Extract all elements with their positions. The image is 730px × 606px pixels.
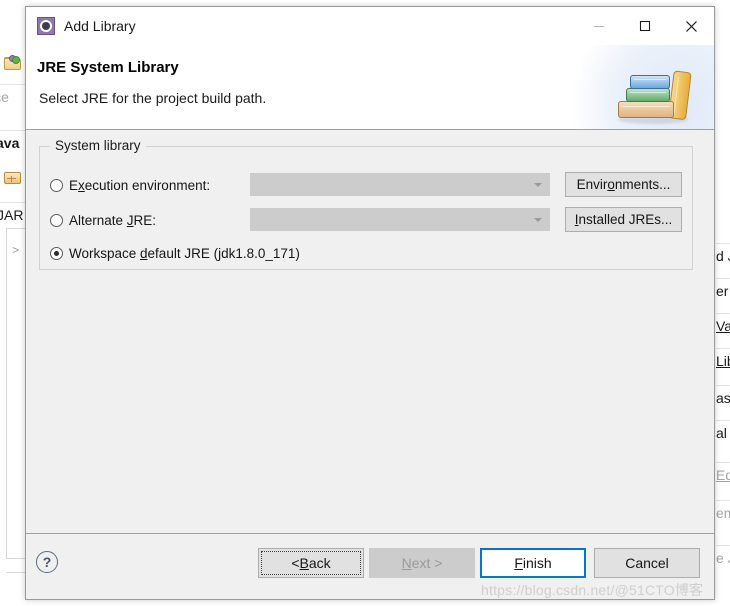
wizard-header: JRE System Library Select JRE for the pr… (26, 45, 714, 130)
background-menu-item-service: vice (0, 84, 25, 109)
maximize-button[interactable] (622, 7, 668, 45)
chevron-down-icon (534, 182, 542, 187)
close-button[interactable] (668, 7, 714, 45)
background-menu-item-variable[interactable]: Va (716, 313, 730, 338)
add-library-dialog: Add Library JRE System Library Select JR… (25, 6, 715, 600)
dialog-title-bar[interactable]: Add Library (26, 7, 714, 45)
background-menu-item-remove: em (716, 500, 730, 525)
help-button[interactable]: ? (36, 551, 58, 573)
background-menu-item-migrate: e J (716, 545, 730, 570)
label-execution-environment: Execution environment: (69, 177, 211, 193)
dialog-content: System library Execution environment: En… (26, 130, 714, 533)
radio-workspace-default-jre[interactable] (50, 246, 63, 260)
label-alternate-jre: Alternate JRE: (69, 212, 157, 228)
cancel-button[interactable]: Cancel (594, 548, 700, 578)
background-menu-item-jar: JAR (0, 202, 25, 227)
background-menu-item-java: ava (0, 130, 25, 155)
background-panel-footer-border (6, 572, 25, 573)
background-panel-left-border (6, 228, 7, 558)
combo-alternate-jre[interactable] (250, 208, 550, 231)
installed-jres-button[interactable]: Installed JREs... (565, 207, 682, 232)
background-menu-item-library[interactable]: Lib (716, 348, 730, 373)
dialog-title: Add Library (64, 18, 136, 34)
option-row-execution-environment[interactable]: Execution environment: (50, 173, 210, 197)
book-stack-icon (616, 63, 696, 125)
page-title: JRE System Library (37, 59, 179, 76)
back-button[interactable]: < Back (258, 548, 364, 578)
group-legend: System library (50, 138, 146, 153)
background-left-column: vice ava JAR > (0, 0, 25, 606)
package-folder-icon (4, 55, 21, 70)
background-menu-item-external[interactable]: al ( (716, 420, 730, 445)
background-menu-item-add-jar[interactable]: d J (716, 243, 730, 268)
minimize-button[interactable] (576, 7, 622, 45)
window-controls (576, 7, 714, 45)
system-library-group: System library Execution environment: En… (39, 138, 693, 270)
tree-expand-chevron-icon[interactable]: > (12, 243, 19, 257)
background-right-column: d J er Va Lib ass al ( Edi em e J (716, 0, 730, 606)
radio-execution-environment[interactable] (50, 178, 63, 192)
jar-folder-icon (4, 170, 21, 184)
background-panel-top-border (6, 228, 25, 229)
background-menu-item-other[interactable]: er (716, 278, 730, 303)
radio-alternate-jre[interactable] (50, 213, 63, 227)
dialog-button-bar: ? < Back Next > Finish Cancel (26, 533, 714, 599)
combo-execution-environment[interactable] (250, 173, 550, 196)
background-menu-item-edit: Edi (716, 462, 730, 487)
next-button: Next > (369, 548, 475, 578)
chevron-down-icon (534, 217, 542, 222)
environments-button[interactable]: Envir o nments... (565, 172, 682, 197)
option-row-workspace-default-jre[interactable]: Workspace default JRE (jdk1.8.0_171) (50, 241, 300, 265)
page-description: Select JRE for the project build path. (39, 90, 267, 106)
library-gear-icon (37, 17, 55, 35)
label-workspace-default-jre: Workspace default JRE (jdk1.8.0_171) (69, 245, 300, 261)
option-row-alternate-jre[interactable]: Alternate JRE: (50, 208, 156, 232)
background-panel-bottom-border (6, 558, 25, 559)
background-menu-item-class[interactable]: ass (716, 385, 730, 410)
finish-button[interactable]: Finish (480, 548, 586, 578)
